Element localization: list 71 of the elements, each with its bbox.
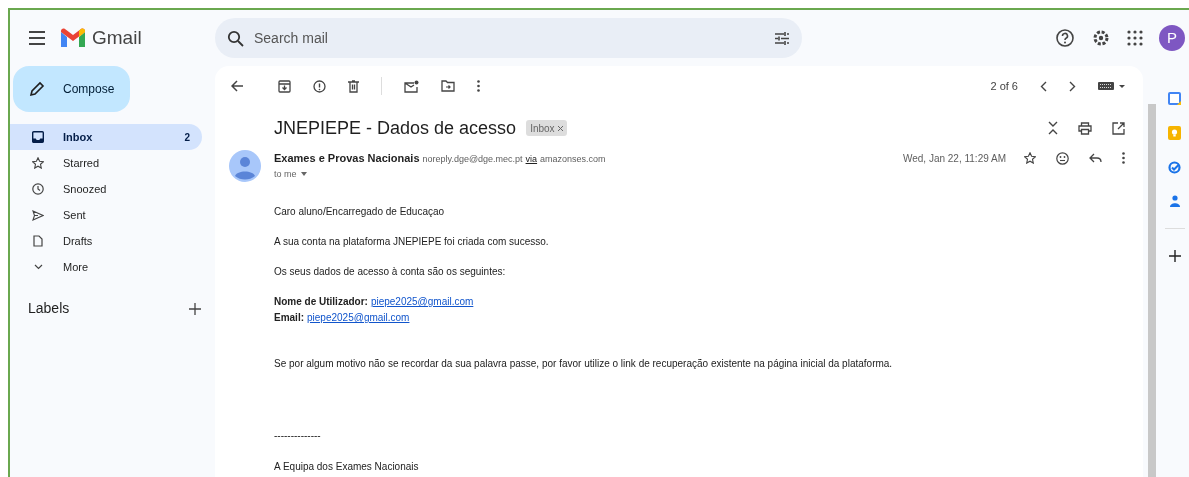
chevron-down-icon xyxy=(33,264,43,270)
email-paragraph: A sua conta na plataforma JNEPIEPE foi criada com sucesso. xyxy=(274,235,550,249)
search-field[interactable]: Search mail xyxy=(254,27,764,49)
via-domain: amazonses.com xyxy=(540,153,606,166)
reply-icon[interactable] xyxy=(1089,153,1102,164)
gmail-logo-icon xyxy=(60,28,86,48)
more-options-icon[interactable] xyxy=(1122,152,1125,165)
keyboard-icon[interactable] xyxy=(1098,82,1125,90)
next-icon[interactable] xyxy=(1069,80,1076,92)
search-icon xyxy=(227,29,244,47)
sidebar-item[interactable]: More xyxy=(10,254,202,280)
document-icon xyxy=(33,235,43,247)
inbox-icon xyxy=(32,131,44,143)
email-paragraph: Se por algum motivo não se recordar da sua palavra passe, por favor utilize o link de recuperação existente na página inicial da plataforma. xyxy=(274,357,894,371)
pencil-icon xyxy=(29,81,45,97)
report-spam-icon[interactable] xyxy=(313,79,326,93)
search-bar[interactable]: Search mail xyxy=(215,18,802,58)
email-subject: JNEPIEPE - Dados de acesso xyxy=(274,116,517,140)
recipient-text: to me xyxy=(274,167,297,181)
close-icon[interactable] xyxy=(557,125,563,131)
contacts-icon[interactable] xyxy=(1169,195,1180,207)
delete-icon[interactable] xyxy=(348,79,359,93)
labels-heading: Labels xyxy=(28,299,70,318)
tasks-icon[interactable] xyxy=(1168,161,1181,174)
email-paragraph: Caro aluno/Encarregado de Educaçao xyxy=(274,205,446,219)
field-label: Nome de Utilizador: xyxy=(274,295,368,309)
apps-grid-icon[interactable] xyxy=(1127,30,1143,46)
back-arrow-icon[interactable] xyxy=(231,80,244,92)
send-icon xyxy=(32,209,44,221)
email-paragraph: -------------- xyxy=(274,429,322,443)
email-link[interactable]: piepe2025@gmail.com xyxy=(307,310,410,326)
sender-address: noreply.dge@dge.mec.pt xyxy=(422,153,523,166)
inbox-label-chip[interactable]: Inbox xyxy=(526,120,567,136)
app-name: Gmail xyxy=(92,25,142,50)
sidebar-item[interactable]: Sent xyxy=(10,202,202,228)
email-date: Wed, Jan 22, 11:29 AM xyxy=(902,152,1006,166)
add-label-icon[interactable] xyxy=(189,302,201,315)
print-icon[interactable] xyxy=(1078,121,1092,135)
sender-name: Exames e Provas Nacionais xyxy=(274,151,420,166)
star-icon xyxy=(32,157,44,169)
settings-icon[interactable] xyxy=(1091,28,1111,48)
more-options-icon[interactable] xyxy=(477,80,480,92)
filter-icon[interactable] xyxy=(774,30,790,46)
sidebar-item[interactable]: Snoozed xyxy=(10,176,202,202)
menu-icon[interactable] xyxy=(28,31,46,45)
compose-button[interactable]: Compose xyxy=(13,66,130,112)
sidebar-item[interactable]: Starred xyxy=(10,150,202,176)
clock-icon xyxy=(32,183,44,195)
unread-count: 2 xyxy=(184,130,190,145)
add-icon[interactable] xyxy=(1168,250,1181,262)
field-label: Email: xyxy=(274,311,304,325)
email-link[interactable]: piepe2025@gmail.com xyxy=(370,294,474,310)
mark-unread-icon[interactable] xyxy=(404,79,419,93)
emoji-icon[interactable] xyxy=(1056,151,1069,165)
help-icon[interactable] xyxy=(1055,28,1075,48)
sender-avatar-icon xyxy=(229,150,261,182)
via-link[interactable]: via xyxy=(525,153,538,167)
archive-icon[interactable] xyxy=(278,79,291,93)
pagination-text: 2 of 6 xyxy=(990,78,1018,94)
collapse-all-icon[interactable] xyxy=(1048,121,1058,135)
sidebar-item[interactable]: Drafts xyxy=(10,228,202,254)
caret-icon[interactable] xyxy=(300,172,307,177)
scrollbar-thumb[interactable] xyxy=(1147,104,1156,477)
open-in-new-window-icon[interactable] xyxy=(1112,121,1125,135)
account-avatar[interactable]: P xyxy=(1159,25,1185,51)
move-to-folder-icon[interactable] xyxy=(441,80,455,92)
email-paragraph: A Equipa dos Exames Nacionais xyxy=(274,460,420,474)
sidebar-item[interactable]: Inbox 2 xyxy=(10,124,202,150)
star-icon[interactable] xyxy=(1024,152,1036,165)
email-paragraph: Os seus dados de acesso à conta são os seguintes: xyxy=(274,265,507,279)
previous-icon[interactable] xyxy=(1040,80,1047,92)
